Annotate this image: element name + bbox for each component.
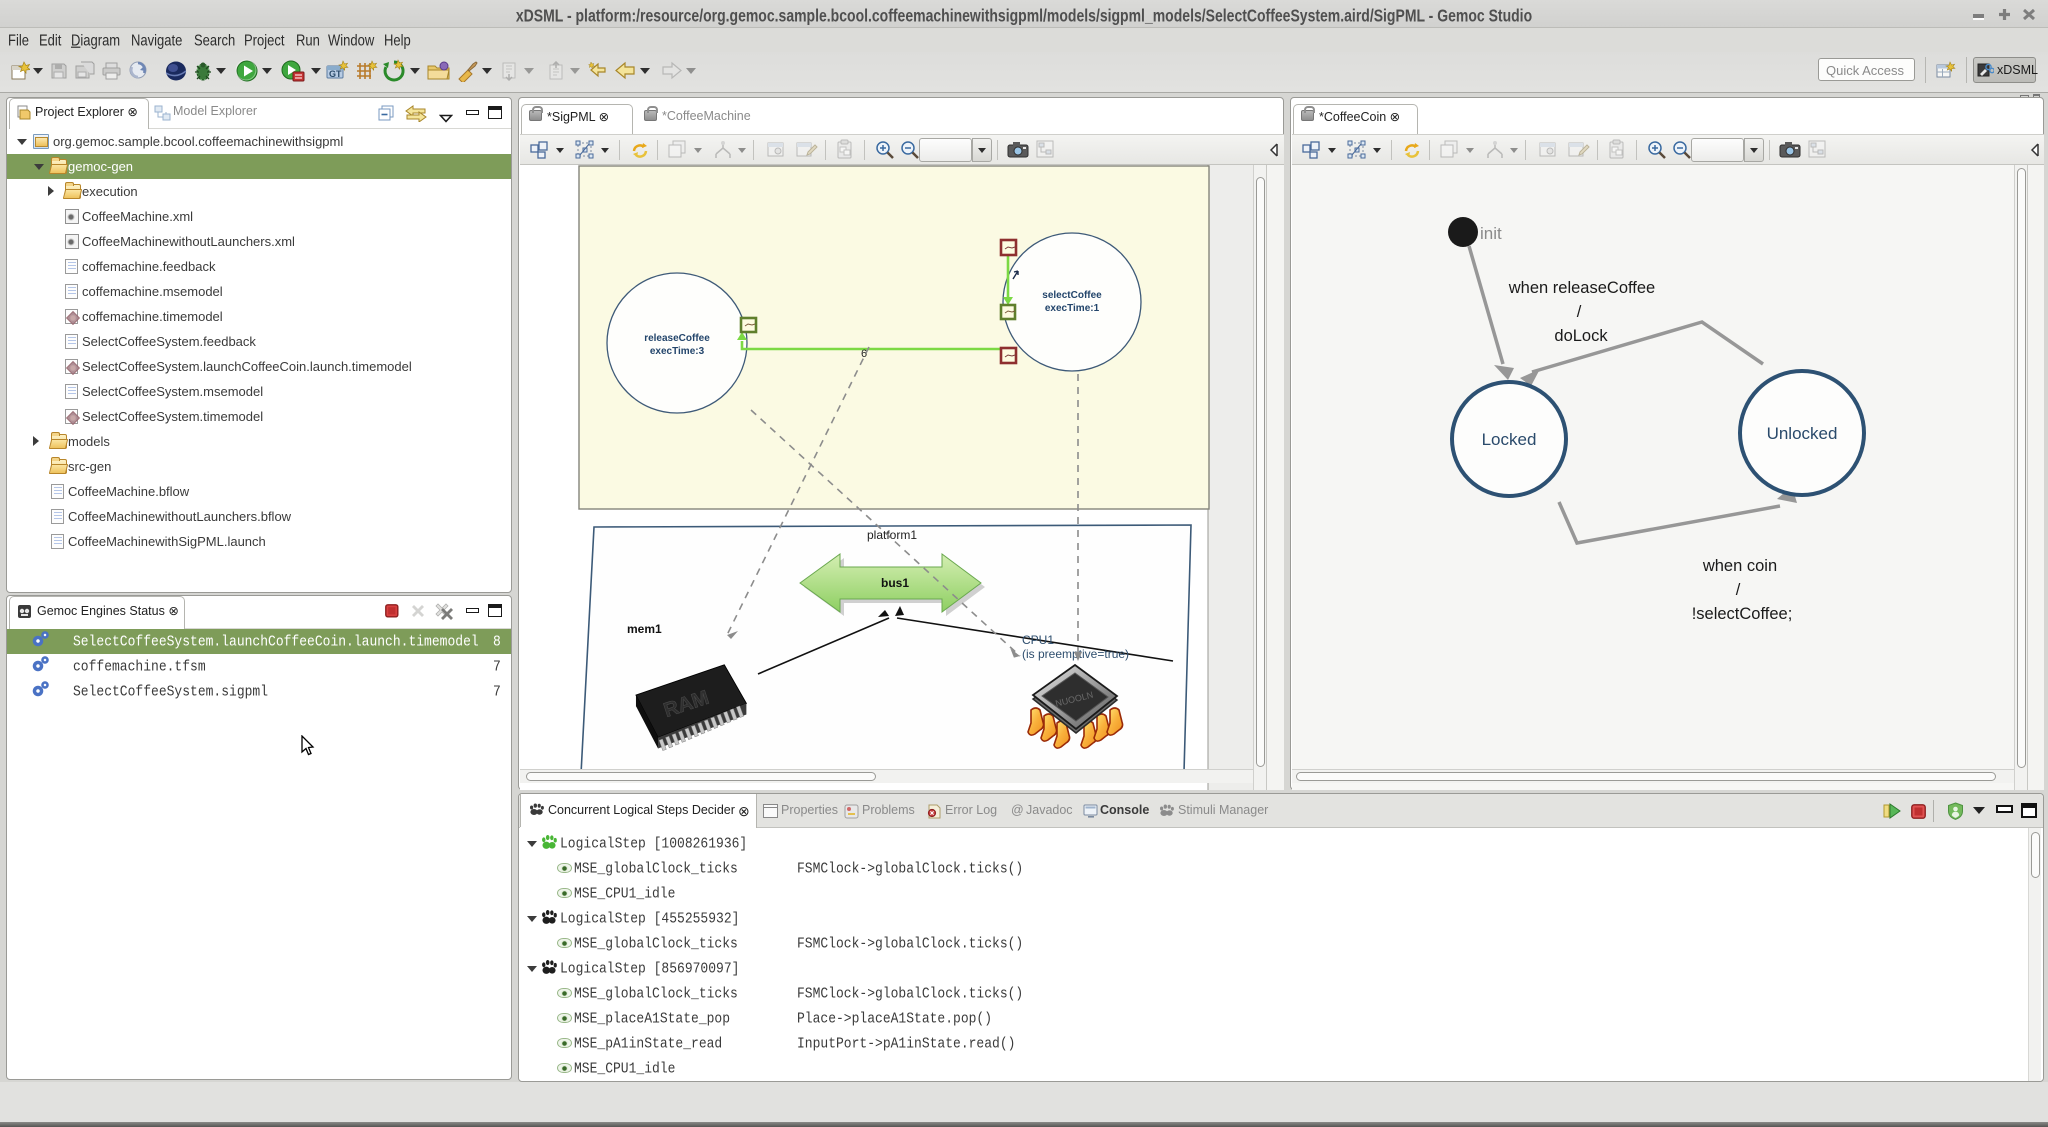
svg-text:releaseCoffee: releaseCoffee <box>644 333 710 344</box>
svg-text:when releaseCoffee: when releaseCoffee <box>1508 279 1655 297</box>
svg-text:!selectCoffee;: !selectCoffee; <box>1692 605 1793 623</box>
svg-text:init: init <box>1480 224 1502 243</box>
svg-text:mem1: mem1 <box>627 622 662 636</box>
svg-text:/: / <box>1577 303 1582 321</box>
svg-text:doLock: doLock <box>1554 327 1608 345</box>
svg-text:6: 6 <box>861 348 867 360</box>
svg-text:Locked: Locked <box>1482 430 1537 449</box>
svg-text:GT: GT <box>329 69 342 79</box>
svg-text:when coin: when coin <box>1702 557 1777 575</box>
svg-text:bus1: bus1 <box>881 576 909 590</box>
svg-text:CPU1: CPU1 <box>1022 633 1054 647</box>
svg-text:execTime:3: execTime:3 <box>650 346 705 357</box>
svg-text:/: / <box>1736 581 1741 599</box>
svg-text:platform1: platform1 <box>867 528 917 542</box>
svg-text:execTime:1: execTime:1 <box>1045 303 1100 314</box>
svg-text:selectCoffee: selectCoffee <box>1042 290 1102 301</box>
svg-text:Unlocked: Unlocked <box>1767 424 1838 443</box>
